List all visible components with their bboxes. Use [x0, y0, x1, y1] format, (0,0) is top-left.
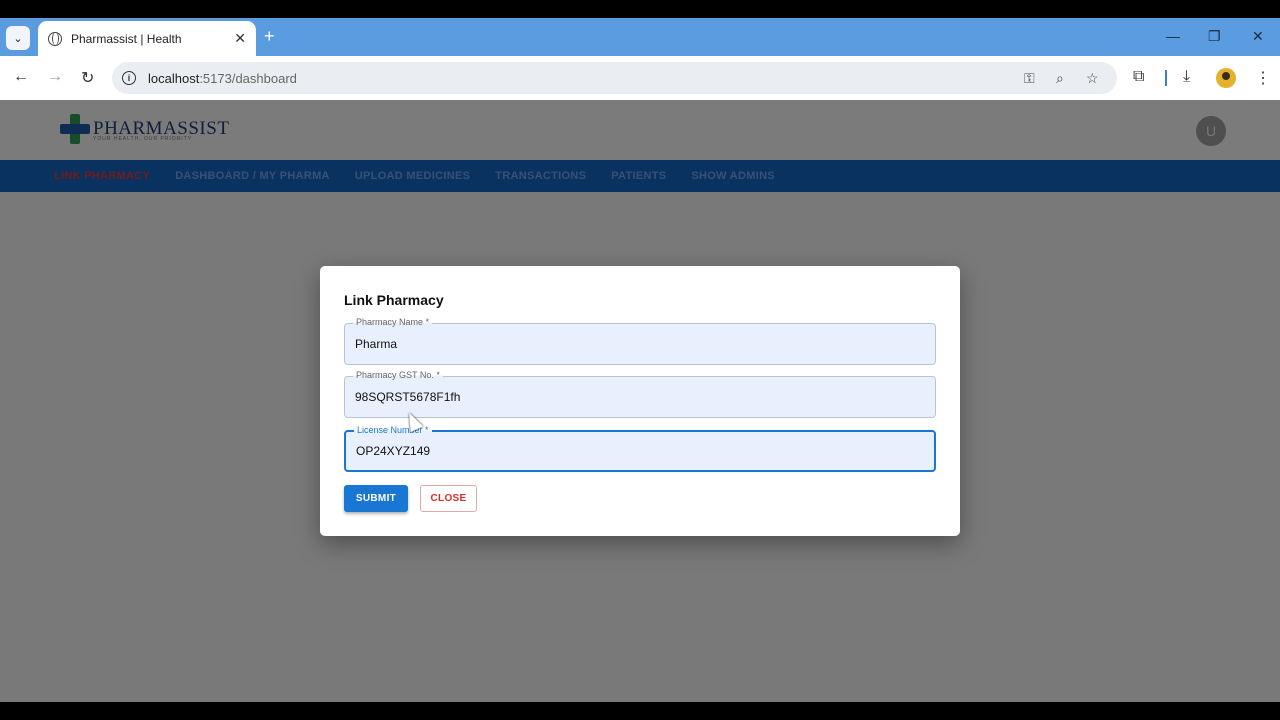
chevron-down-icon: ⌄ [13, 32, 23, 45]
download-icon[interactable]: ⤓ [1183, 68, 1190, 86]
zoom-icon[interactable]: ⌕ [1056, 70, 1064, 87]
pharmacy-gst-field[interactable]: Pharmacy GST No. * [344, 370, 936, 418]
extensions-icon[interactable]: ⧉ [1133, 68, 1144, 86]
address-bar[interactable]: i localhost:5173/dashboard ⚿ ⌕ ☆ [112, 62, 1117, 94]
star-icon[interactable]: ☆ [1086, 70, 1099, 87]
window-close-button[interactable]: ✕ [1252, 28, 1264, 45]
restore-button[interactable]: ❐ [1208, 28, 1221, 45]
menu-kebab-icon[interactable]: ⋮ [1255, 68, 1271, 88]
globe-icon [48, 31, 62, 46]
tab-search-button[interactable]: ⌄ [6, 26, 30, 50]
reload-icon[interactable]: ↻ [81, 68, 94, 88]
tab-close-icon[interactable]: ✕ [234, 30, 246, 47]
url-path: :5173/dashboard [199, 70, 297, 86]
close-button[interactable]: CLOSE [420, 485, 477, 512]
license-number-field[interactable]: License Number * [344, 425, 936, 472]
letterbox-top [0, 0, 1280, 18]
url-text: localhost:5173/dashboard [148, 71, 297, 86]
browser-tab[interactable]: Pharmassist | Health ✕ [38, 21, 256, 56]
browser-tab-strip: ⌄ Pharmassist | Health ✕ + — ❐ ✕ [0, 18, 1280, 56]
pharmacy-name-field[interactable]: Pharmacy Name * [344, 317, 936, 365]
toolbar-divider [1165, 70, 1167, 86]
forward-icon[interactable]: → [47, 68, 63, 86]
site-info-icon[interactable]: i [122, 71, 136, 85]
dialog-title: Link Pharmacy [344, 292, 444, 308]
pharmacy-gst-input[interactable] [345, 377, 935, 417]
profile-avatar[interactable] [1216, 68, 1236, 88]
license-number-input[interactable] [346, 432, 934, 470]
submit-button[interactable]: SUBMIT [344, 485, 408, 512]
back-icon[interactable]: ← [13, 68, 29, 86]
minimize-button[interactable]: — [1166, 28, 1180, 44]
key-icon[interactable]: ⚿ [1024, 70, 1035, 87]
link-pharmacy-dialog: Link Pharmacy Pharmacy Name * Pharmacy G… [320, 266, 960, 536]
letterbox-bottom [0, 702, 1280, 720]
app-page: PHARMASSIST YOUR HEALTH, OUR PRIORITY U … [0, 100, 1280, 702]
browser-toolbar: ← → ↻ i localhost:5173/dashboard ⚿ ⌕ ☆ ⧉… [0, 56, 1280, 100]
pharmacy-name-input[interactable] [345, 324, 935, 364]
url-host: localhost [148, 70, 200, 86]
tab-title: Pharmassist | Health [71, 31, 182, 46]
new-tab-button[interactable]: + [264, 26, 275, 47]
